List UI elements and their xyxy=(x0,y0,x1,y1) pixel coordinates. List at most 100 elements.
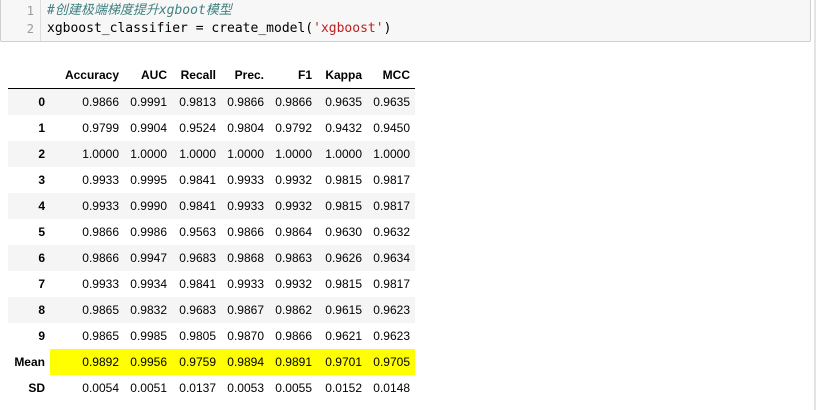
table-cell: 0.9933 xyxy=(227,277,264,291)
table-cell: 0.9759 xyxy=(172,349,221,375)
table-cell: 0.9865 xyxy=(82,303,119,317)
table-cell: 1.0000 xyxy=(227,147,264,161)
table-cell: 0.9815 xyxy=(325,277,362,291)
table-cell: 0.9621 xyxy=(325,329,362,343)
table-row: SD 0.0054 0.0051 0.0137 0.0053 0.0055 0.0152 0.… xyxy=(8,375,415,401)
table-cell: 0.9805 xyxy=(179,329,216,343)
table-cell: 0.9832 xyxy=(130,303,167,317)
table-cell: 0.9868 xyxy=(227,251,264,265)
table-cell: 0.9932 xyxy=(275,277,312,291)
table-cell: 0.9705 xyxy=(367,349,415,375)
table-cell: 0.9956 xyxy=(124,349,172,375)
line-number-gutter: 1 2 xyxy=(1,0,41,41)
output-area: Accuracy AUC Recall Prec. F1 Kappa MCC 0… xyxy=(8,62,415,401)
table-cell: 0.9933 xyxy=(227,173,264,187)
table-cell: 0.9817 xyxy=(373,199,410,213)
table-row: 3 0.9933 0.9995 0.9841 0.9933 0.9932 0.9815 0.9… xyxy=(8,167,415,193)
table-row: 7 0.9933 0.9934 0.9841 0.9933 0.9932 0.9815 0.9… xyxy=(8,271,415,297)
table-row: 1 0.9799 0.9904 0.9524 0.9804 0.9792 0.9432 0.9… xyxy=(8,115,415,141)
table-cell: 1.0000 xyxy=(275,147,312,161)
table-cell: 0.0051 xyxy=(130,381,167,395)
table-cell: 0.9947 xyxy=(130,251,167,265)
table-cell: 0.9432 xyxy=(325,121,362,135)
code-function-call: create_model( xyxy=(211,21,314,36)
table-cell: 0.9866 xyxy=(227,95,264,109)
code-cell[interactable]: 1 2 #创建极端梯度提升xgboot模型 xgboost_classifier… xyxy=(0,0,811,42)
table-row: 5 0.9866 0.9986 0.9563 0.9866 0.9864 0.9630 0.9… xyxy=(8,219,415,245)
row-index: 5 xyxy=(38,225,45,239)
table-cell: 0.9866 xyxy=(82,251,119,265)
column-header-kappa: Kappa xyxy=(317,62,367,89)
table-cell: 0.9864 xyxy=(275,225,312,239)
column-header-auc: AUC xyxy=(124,62,172,89)
code-line-statement[interactable]: xgboost_classifier = create_model('xgboo… xyxy=(47,20,391,38)
table-cell: 0.9813 xyxy=(179,95,216,109)
row-index: 3 xyxy=(38,173,45,187)
table-cell: 0.9683 xyxy=(179,251,216,265)
row-index: 4 xyxy=(38,199,45,213)
row-index: SD xyxy=(28,381,45,395)
table-cell: 0.9986 xyxy=(130,225,167,239)
table-cell: 0.9866 xyxy=(275,329,312,343)
table-cell: 0.9991 xyxy=(130,95,167,109)
table-cell: 0.9623 xyxy=(373,303,410,317)
code-line-comment[interactable]: #创建极端梯度提升xgboot模型 xyxy=(47,2,232,20)
row-index: 8 xyxy=(38,303,45,317)
row-index: 1 xyxy=(38,121,45,135)
table-cell: 0.9817 xyxy=(373,277,410,291)
table-cell: 0.9841 xyxy=(179,199,216,213)
table-cell: 0.9815 xyxy=(325,199,362,213)
table-cell: 0.9450 xyxy=(373,121,410,135)
table-cell: 0.0055 xyxy=(275,381,312,395)
table-cell: 0.9866 xyxy=(227,225,264,239)
table-cell: 0.9932 xyxy=(275,173,312,187)
line-number: 2 xyxy=(26,22,34,36)
table-cell: 0.9990 xyxy=(130,199,167,213)
table-cell: 0.9933 xyxy=(82,199,119,213)
table-cell: 0.9635 xyxy=(325,95,362,109)
code-operator: = xyxy=(195,21,212,36)
code-variable: xgboost_classifier xyxy=(47,21,196,36)
table-cell: 0.9799 xyxy=(82,121,119,135)
table-cell: 1.0000 xyxy=(325,147,362,161)
table-cell: 0.9866 xyxy=(82,225,119,239)
table-cell: 0.9701 xyxy=(317,349,367,375)
results-table: Accuracy AUC Recall Prec. F1 Kappa MCC 0… xyxy=(8,62,415,401)
table-cell: 0.9841 xyxy=(179,173,216,187)
table-cell: 0.9683 xyxy=(179,303,216,317)
code-comment: #创建极端梯度提升xgboot模型 xyxy=(47,3,232,18)
table-cell: 0.9995 xyxy=(130,173,167,187)
table-row: 0 0.9866 0.9991 0.9813 0.9866 0.9866 0.9635 0.9… xyxy=(8,88,415,115)
table-cell: 0.9632 xyxy=(373,225,410,239)
table-cell: 0.9866 xyxy=(275,95,312,109)
table-cell: 0.9904 xyxy=(130,121,167,135)
table-cell: 0.9866 xyxy=(82,95,119,109)
table-cell: 0.9815 xyxy=(325,173,362,187)
table-cell: 0.9985 xyxy=(130,329,167,343)
table-cell: 0.0053 xyxy=(227,381,264,395)
column-header-accuracy: Accuracy xyxy=(50,62,124,89)
table-row: 8 0.9865 0.9832 0.9683 0.9867 0.9862 0.9615 0.9… xyxy=(8,297,415,323)
table-cell: 1.0000 xyxy=(82,147,119,161)
row-index: 2 xyxy=(38,147,45,161)
table-cell: 1.0000 xyxy=(179,147,216,161)
table-cell: 0.0054 xyxy=(82,381,119,395)
code-paren: ) xyxy=(383,21,392,36)
table-cell: 0.9933 xyxy=(227,199,264,213)
table-cell: 0.0148 xyxy=(373,381,410,395)
table-body: 0 0.9866 0.9991 0.9813 0.9866 0.9866 0.9635 0.9… xyxy=(8,88,415,401)
table-row-mean: Mean 0.9892 0.9956 0.9759 0.9894 0.9891 0.9701… xyxy=(8,349,415,375)
table-cell: 0.9892 xyxy=(50,349,124,375)
column-header-f1: F1 xyxy=(269,62,317,89)
table-cell: 0.9524 xyxy=(179,121,216,135)
row-index: 0 xyxy=(38,95,45,109)
row-index: 7 xyxy=(38,277,45,291)
table-cell: 0.9933 xyxy=(82,277,119,291)
row-index: Mean xyxy=(8,349,50,375)
table-cell: 0.9863 xyxy=(275,251,312,265)
row-index: 6 xyxy=(38,251,45,265)
table-cell: 0.9933 xyxy=(82,173,119,187)
table-cell: 0.0137 xyxy=(179,381,216,395)
table-cell: 0.9865 xyxy=(82,329,119,343)
table-cell: 0.9891 xyxy=(269,349,317,375)
